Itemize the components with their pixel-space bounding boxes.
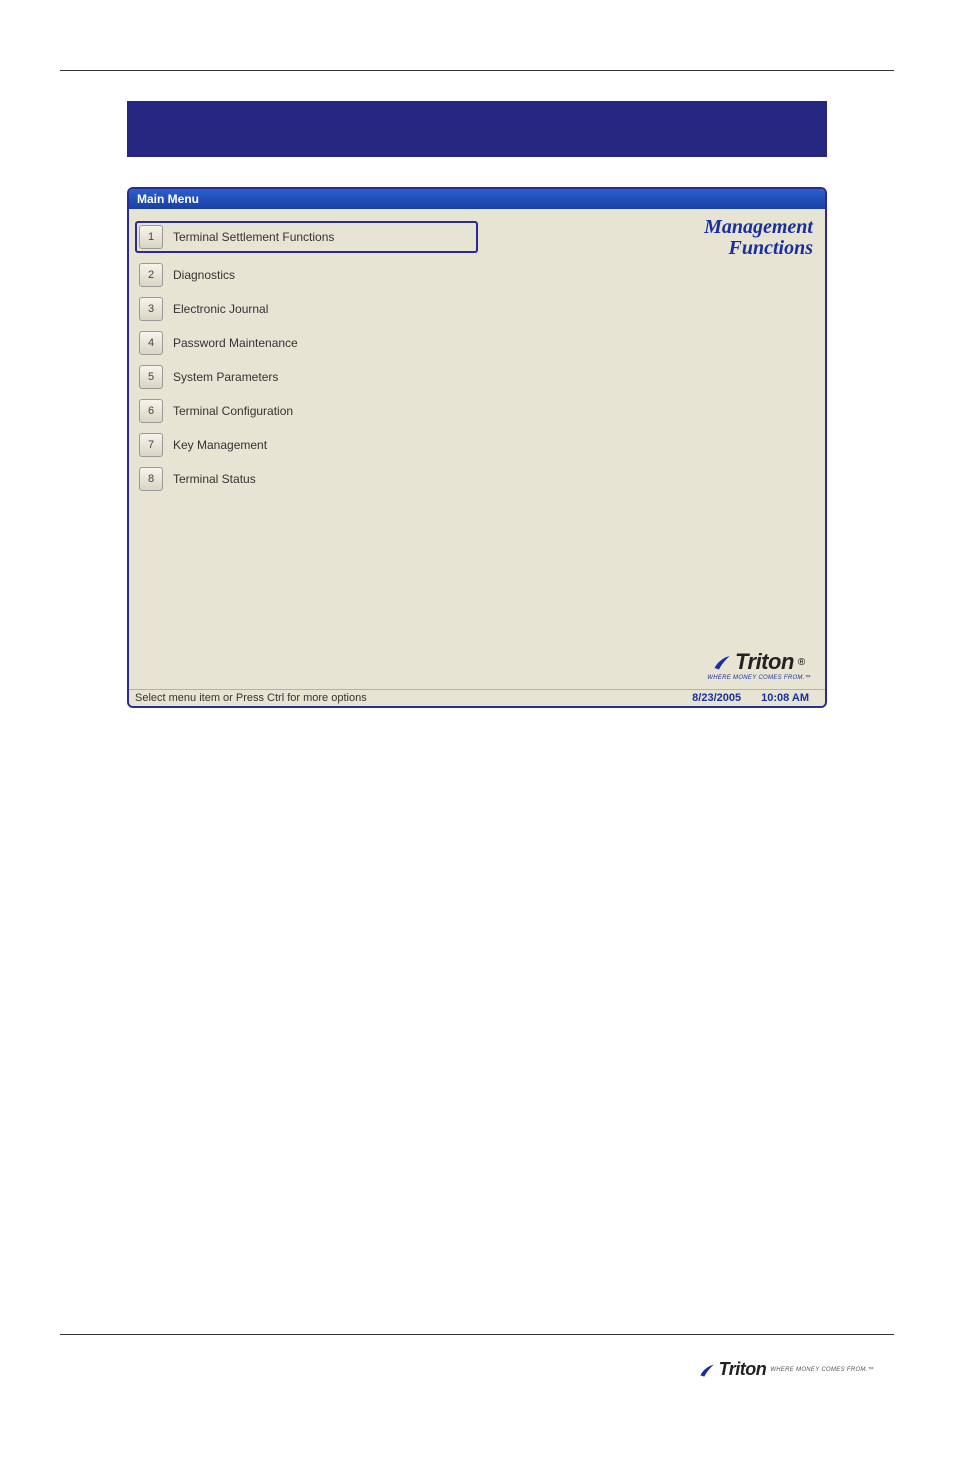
menu-label: Key Management	[173, 438, 267, 452]
menu-key-5[interactable]: 5	[139, 365, 163, 389]
management-functions-heading: Management Functions	[704, 217, 813, 259]
main-menu-list: 1 Terminal Settlement Functions 2 Diagno…	[139, 221, 474, 491]
menu-label: System Parameters	[173, 370, 278, 384]
menu-item-key-management[interactable]: 7 Key Management	[139, 433, 474, 457]
brand-logo: Triton® WHERE MONEY COMES FROM.™	[707, 649, 811, 681]
menu-item-system-parameters[interactable]: 5 System Parameters	[139, 365, 474, 389]
menu-item-electronic-journal[interactable]: 3 Electronic Journal	[139, 297, 474, 321]
status-time: 10:08 AM	[751, 692, 819, 704]
menu-label: Password Maintenance	[173, 336, 298, 350]
menu-key-4[interactable]: 4	[139, 331, 163, 355]
brand-name: Triton	[735, 649, 794, 675]
wing-icon	[713, 653, 731, 671]
footer-brand-logo: Triton WHERE MONEY COMES FROM.™	[699, 1359, 874, 1380]
window-title: Main Menu	[137, 192, 199, 206]
menu-label: Terminal Configuration	[173, 404, 293, 418]
status-bar: Select menu item or Press Ctrl for more …	[129, 689, 825, 706]
menu-label: Electronic Journal	[173, 302, 268, 316]
menu-item-terminal-configuration[interactable]: 6 Terminal Configuration	[139, 399, 474, 423]
menu-key-6[interactable]: 6	[139, 399, 163, 423]
menu-label: Terminal Settlement Functions	[173, 230, 334, 244]
menu-key-3[interactable]: 3	[139, 297, 163, 321]
menu-item-password-maintenance[interactable]: 4 Password Maintenance	[139, 331, 474, 355]
section-banner	[127, 101, 827, 157]
menu-key-8[interactable]: 8	[139, 467, 163, 491]
brand-tagline: WHERE MONEY COMES FROM.™	[770, 1367, 874, 1373]
status-date: 8/23/2005	[682, 692, 751, 704]
wing-icon	[699, 1362, 715, 1378]
content-area: Management Functions 1 Terminal Settleme…	[129, 209, 825, 689]
brand-tagline: WHERE MONEY COMES FROM.™	[707, 675, 811, 681]
menu-label: Diagnostics	[173, 268, 235, 282]
brand-name: Triton	[719, 1359, 767, 1380]
menu-item-terminal-settlement[interactable]: 1 Terminal Settlement Functions	[135, 221, 478, 253]
top-rule	[60, 70, 894, 71]
bottom-rule	[60, 1334, 894, 1335]
app-window: Main Menu Management Functions 1 Termina…	[127, 187, 827, 708]
menu-item-diagnostics[interactable]: 2 Diagnostics	[139, 263, 474, 287]
menu-label: Terminal Status	[173, 472, 256, 486]
menu-item-terminal-status[interactable]: 8 Terminal Status	[139, 467, 474, 491]
menu-key-1[interactable]: 1	[139, 225, 163, 249]
menu-key-7[interactable]: 7	[139, 433, 163, 457]
window-titlebar: Main Menu	[129, 189, 825, 209]
menu-key-2[interactable]: 2	[139, 263, 163, 287]
status-hint: Select menu item or Press Ctrl for more …	[135, 692, 682, 704]
